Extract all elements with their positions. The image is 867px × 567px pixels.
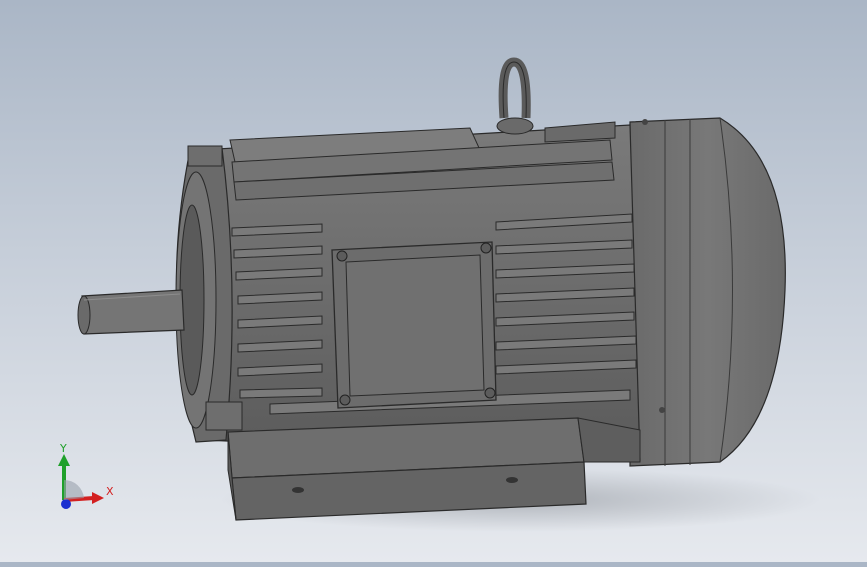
x-axis-head [92,492,104,504]
mounting-foot [227,417,641,521]
coordinate-triad: Y X [44,440,124,520]
y-axis-label: Y [59,442,67,455]
motor-shaft [77,289,185,335]
cad-3d-viewport[interactable] [0,0,867,562]
motor-model[interactable] [0,0,867,562]
y-axis-head [58,454,70,466]
x-axis-label: X [106,485,114,498]
triad-arc [64,479,84,500]
z-axis-dot [61,499,71,509]
fan-cover [629,117,786,467]
motor-housing [199,57,641,461]
